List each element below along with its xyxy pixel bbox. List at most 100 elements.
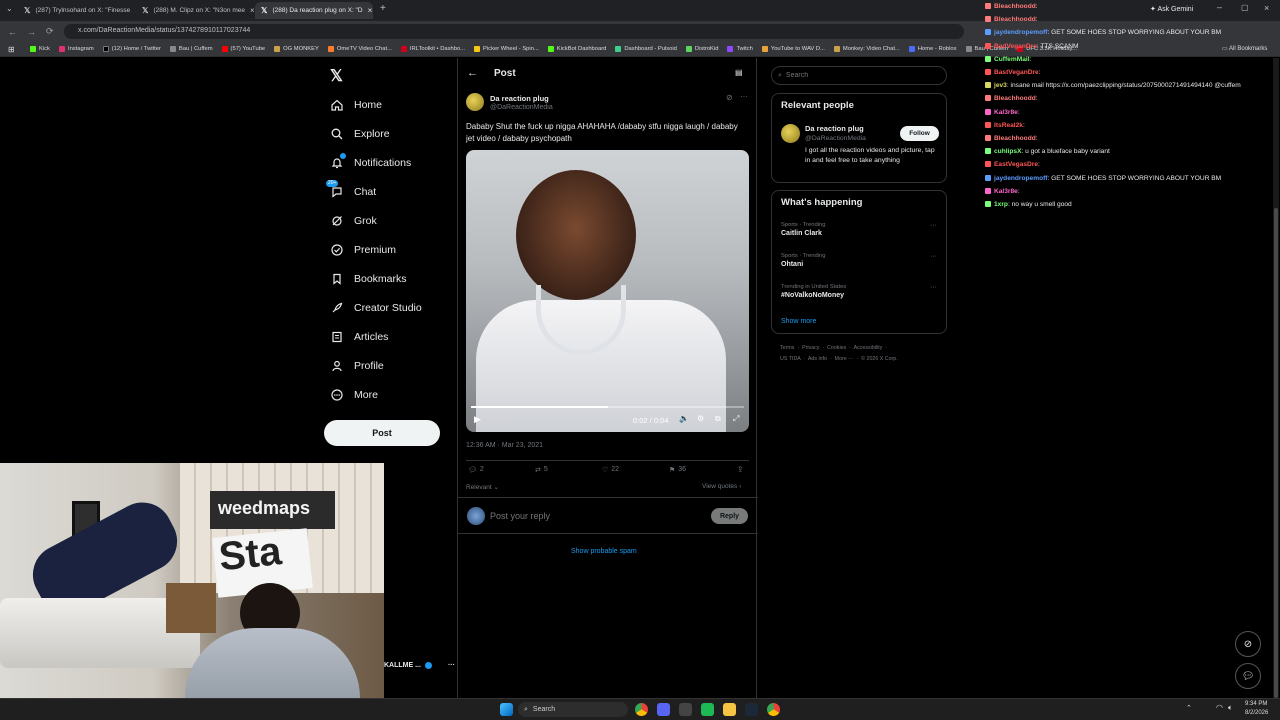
volume-icon[interactable]: 🔈︎ <box>1228 703 1233 713</box>
taskbar-search[interactable]: ⌕ Search <box>518 702 628 717</box>
post-timestamp[interactable]: 12:36 AM · Mar 23, 2021 <box>466 442 543 449</box>
video-player[interactable]: ▶ 0:02 / 0:04 🔈 ⚙ ⧉ ⤢ <box>466 150 749 432</box>
chat-username[interactable]: Bleachhoodd <box>994 16 1036 23</box>
view-quotes-link[interactable]: View quotes › <box>702 483 741 490</box>
author-name[interactable]: Da reaction plug <box>490 94 549 103</box>
folder-icon[interactable] <box>723 703 736 716</box>
nav-more[interactable]: More <box>330 386 378 404</box>
pip-icon[interactable]: ⧉ <box>715 414 721 424</box>
trend-item[interactable]: Trending in United States #NoValkoNoMone… <box>781 284 939 299</box>
discord-icon[interactable] <box>657 703 670 716</box>
bookmark-item[interactable]: KickBot Dashboard <box>547 46 606 52</box>
app-icon[interactable] <box>701 703 714 716</box>
tray-chevron-icon[interactable]: ⌃ <box>1186 704 1192 712</box>
nav-notifications[interactable]: Notifications <box>330 152 411 172</box>
start-icon[interactable] <box>500 703 513 716</box>
bookmark-item[interactable]: Picker Wheel - Spin... <box>474 46 539 52</box>
chat-username[interactable]: CuffemMail <box>994 56 1030 63</box>
nav-home[interactable]: Home <box>330 96 382 114</box>
bookmark-item[interactable]: Home - Roblox <box>908 46 957 52</box>
relevant-dropdown[interactable]: Relevant ⌄ <box>466 483 499 491</box>
new-tab-button[interactable]: + <box>380 3 386 14</box>
chat-username[interactable]: jaydendropemoff <box>994 175 1048 182</box>
person-avatar[interactable] <box>781 124 800 143</box>
trend-more-icon[interactable]: ··· <box>930 222 937 229</box>
bookmark-item[interactable]: Dashboard - Pulsoid <box>615 46 677 52</box>
grok-explain-icon[interactable]: ⊘ <box>726 93 733 102</box>
bookmark-action[interactable]: ⚑ 36 <box>669 466 686 474</box>
bookmark-item[interactable]: Bau | Cuffem <box>169 46 213 52</box>
chat-username[interactable]: jev3 <box>994 82 1007 89</box>
nav-profile[interactable]: Profile <box>330 357 384 375</box>
share-icon[interactable]: ⇪ <box>737 465 744 474</box>
reply-input[interactable] <box>490 508 690 524</box>
search-input[interactable] <box>785 72 926 79</box>
chat-username[interactable]: 1xrp <box>994 201 1008 208</box>
tab-1[interactable]: 𝕏(287) Trylnsohard on X: "Finesse× <box>18 2 136 19</box>
account-more-icon[interactable]: ··· <box>448 662 455 669</box>
chat-username[interactable]: BastVeganDre <box>994 69 1039 76</box>
tab-2[interactable]: 𝕏 (288) M. Clipz on X: "N3on mee × <box>136 2 254 19</box>
reply-button[interactable]: Reply <box>711 508 748 524</box>
bookmark-item[interactable]: YouTube to WAV D... <box>761 46 825 52</box>
chat-username[interactable]: BadVeganDre <box>994 43 1037 50</box>
reader-icon[interactable]: ▤ <box>735 68 743 77</box>
tab-3[interactable]: 𝕏 (288) Da reaction plug on X: "D × <box>255 2 373 19</box>
footer-links[interactable]: Terms · Privacy · Cookies · Accessibilit… <box>780 345 887 351</box>
tab-menu-icon[interactable]: ⌄ <box>6 4 13 13</box>
bookmark-item[interactable]: (57) YouTube <box>221 46 265 52</box>
chrome-icon[interactable] <box>635 703 648 716</box>
repost-action[interactable]: ⇄ 5 <box>535 466 548 474</box>
chat-username[interactable]: EastVegasDre <box>994 161 1038 168</box>
clock-time[interactable]: 9:34 PM <box>1245 701 1267 707</box>
bookmark-item[interactable]: OG MONKEY <box>274 46 319 52</box>
chat-username[interactable]: Bleachhoodd <box>994 95 1036 102</box>
trend-more-icon[interactable]: ··· <box>930 253 937 260</box>
nav-grok[interactable]: Grok <box>330 212 377 230</box>
person-handle[interactable]: @DaReactionMedia <box>805 135 866 142</box>
chat-username[interactable]: Kal3r8e <box>994 109 1018 116</box>
nav-articles[interactable]: Articles <box>330 328 388 346</box>
nav-chat[interactable]: 20+ Chat <box>326 179 376 201</box>
fullscreen-icon[interactable]: ⤢ <box>733 414 739 424</box>
chat-username[interactable]: jaydendropemoff <box>994 29 1048 36</box>
post-more-icon[interactable]: ··· <box>740 92 748 101</box>
chat-username[interactable]: Bleachhoodd <box>994 135 1036 142</box>
footer-links[interactable]: US TIDA · Ads info · More ··· · © 2026 X… <box>780 356 898 362</box>
app-icon[interactable] <box>679 703 692 716</box>
nav-creator-studio[interactable]: Creator Studio <box>330 299 422 317</box>
bookmark-item[interactable]: (12) Home / Twitter <box>102 46 161 52</box>
back-arrow-icon[interactable]: ← <box>467 67 478 79</box>
volume-icon[interactable]: 🔈 <box>679 414 689 423</box>
trend-item[interactable]: Sports · Trending Caitlin Clark ··· <box>781 222 939 237</box>
messages-float-button[interactable]: 💬︎ <box>1235 663 1261 689</box>
chat-username[interactable]: cuhlipsX <box>994 148 1021 155</box>
avatar[interactable] <box>466 93 484 111</box>
forward-icon[interactable]: → <box>27 27 36 37</box>
grok-float-button[interactable]: ⊘ <box>1235 631 1261 657</box>
nav-bookmarks[interactable]: Bookmarks <box>330 270 407 288</box>
reload-icon[interactable]: ⟳ <box>46 26 54 37</box>
show-more-link[interactable]: Show more <box>781 318 816 325</box>
x-logo-icon[interactable]: 𝕏 <box>330 66 343 86</box>
close-window-icon[interactable]: × <box>1264 3 1269 13</box>
bookmark-item[interactable]: DistroKid <box>685 46 718 52</box>
clock-date[interactable]: 8/2/2026 <box>1245 710 1268 716</box>
search-box[interactable]: ⌕ <box>771 66 947 85</box>
page-scrollbar[interactable] <box>1273 58 1279 698</box>
follow-button[interactable]: Follow <box>900 126 939 141</box>
post-button[interactable]: Post <box>324 420 440 446</box>
bookmark-item[interactable]: IRLToolkit • Dashbo... <box>400 46 465 52</box>
bookmark-item[interactable]: Instagram <box>58 46 94 52</box>
reply-action[interactable]: 💬︎ 2 <box>468 466 484 474</box>
like-action[interactable]: ♡ 22 <box>602 466 619 474</box>
show-spam-link[interactable]: Show probable spam <box>571 548 637 555</box>
close-tab-icon[interactable]: × <box>368 6 373 15</box>
bookmark-item[interactable]: Twitch <box>727 46 753 52</box>
bookmark-item[interactable]: Monkey: Video Chat... <box>833 46 900 52</box>
nav-explore[interactable]: Explore <box>330 125 390 143</box>
url-field[interactable]: x.com/DaReactionMedia/status/13742789101… <box>64 24 964 39</box>
scrollbar-thumb[interactable] <box>1274 208 1278 698</box>
back-icon[interactable]: ← <box>8 27 17 37</box>
chat-username[interactable]: Kal3r8e <box>994 188 1018 195</box>
